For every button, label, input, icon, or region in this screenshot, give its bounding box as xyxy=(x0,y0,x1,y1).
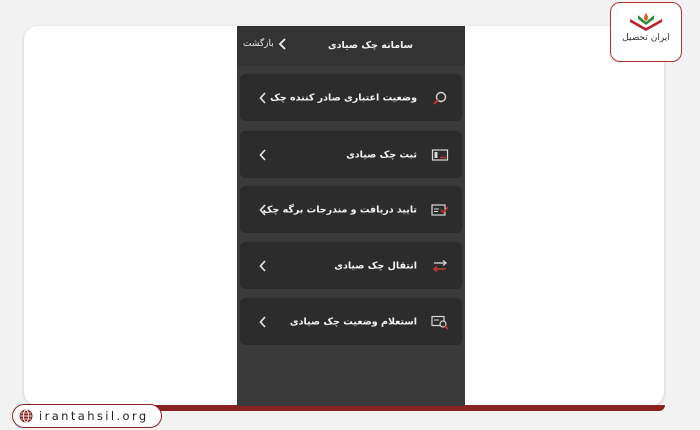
chevron-left-icon xyxy=(259,259,266,272)
site-url: irantahsil.org xyxy=(39,409,149,423)
menu-item-transfer-cheque[interactable]: انتقال چک صیادی xyxy=(241,243,461,288)
chevron-left-icon xyxy=(259,148,266,161)
back-button[interactable]: بازگشت xyxy=(243,38,287,50)
menu-item-register-cheque[interactable]: ثبت چک صیادی xyxy=(241,132,461,177)
menu-item-confirm-receipt[interactable]: تایید دریافت و مندرجات برگه چک xyxy=(241,187,461,232)
menu-item-label: تایید دریافت و مندرجات برگه چک xyxy=(262,204,417,215)
site-url-badge[interactable]: irantahsil.org xyxy=(12,404,162,428)
menu-item-label: وضعیت اعتباری صادر کننده چک xyxy=(270,92,417,103)
menu-item-label: ثبت چک صیادی xyxy=(346,149,417,160)
logo-text: ایران تحصیل xyxy=(622,33,670,43)
chevron-left-icon xyxy=(259,91,266,104)
globe-icon xyxy=(19,409,33,423)
menu-item-label: انتقال چک صیادی xyxy=(334,260,417,271)
menu-item-label: استعلام وضعیت چک صیادی xyxy=(289,316,417,327)
search-icon xyxy=(433,91,447,105)
cheque-card-icon xyxy=(431,148,449,161)
menu-item-issuer-credit-status[interactable]: وضعیت اعتباری صادر کننده چک xyxy=(241,75,461,120)
chevron-left-icon xyxy=(278,38,286,50)
cheque-check-icon xyxy=(431,203,449,216)
back-label: بازگشت xyxy=(243,39,274,49)
page-title: سامانه چک صیادی xyxy=(327,40,413,51)
irantahsil-logo: ایران تحصیل xyxy=(610,2,682,62)
menu-item-inquire-cheque-status[interactable]: استعلام وضعیت چک صیادی xyxy=(241,299,461,344)
cheque-search-icon xyxy=(431,315,449,330)
book-flame-icon xyxy=(630,13,662,31)
chevron-left-icon xyxy=(259,315,266,328)
app-header: بازگشت سامانه چک صیادی xyxy=(237,26,465,66)
transfer-arrows-icon xyxy=(432,259,448,272)
phone-screen: بازگشت سامانه چک صیادی وضعیت اعتباری صاد… xyxy=(237,26,465,406)
